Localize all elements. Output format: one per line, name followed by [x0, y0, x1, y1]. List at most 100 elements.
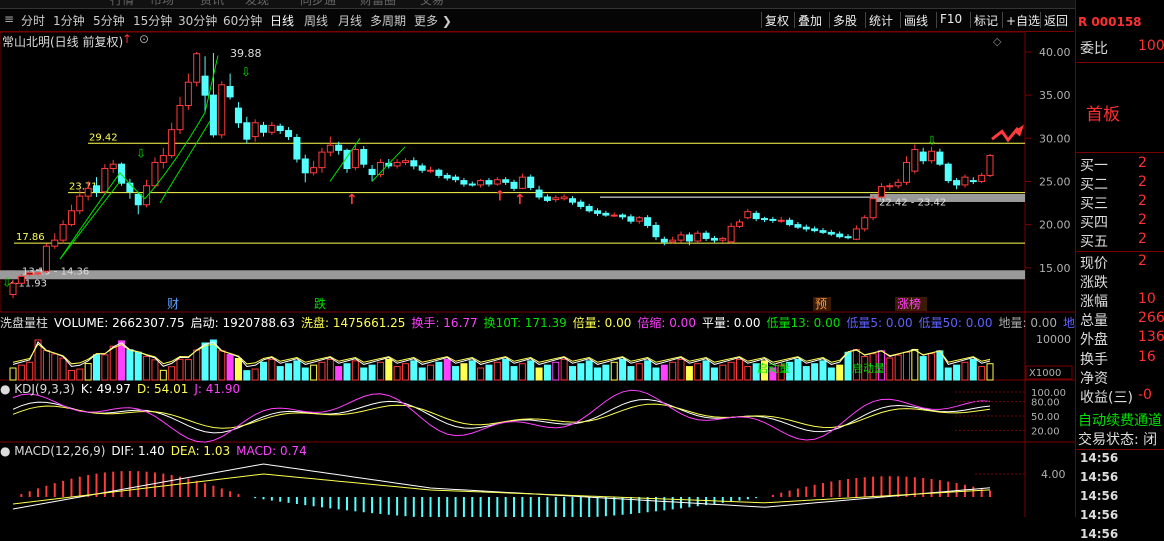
- top-nav-item[interactable]: 行情: [110, 0, 134, 8]
- candlestick[interactable]: [251, 119, 259, 142]
- candlestick[interactable]: [468, 181, 476, 187]
- period-tab[interactable]: 5分钟: [93, 12, 125, 29]
- candlestick[interactable]: [777, 216, 785, 223]
- candlestick[interactable]: [51, 233, 59, 249]
- candlestick[interactable]: [543, 194, 551, 203]
- candlestick[interactable]: [811, 226, 819, 233]
- candlestick[interactable]: [502, 177, 510, 185]
- top-nav-item[interactable]: 交易: [420, 0, 444, 8]
- candlestick[interactable]: [969, 177, 977, 185]
- period-tab[interactable]: 15分钟: [133, 12, 172, 29]
- candlestick[interactable]: [477, 178, 485, 188]
- toolbar-button[interactable]: +自选: [1006, 12, 1040, 29]
- candlestick[interactable]: [735, 219, 743, 229]
- candlestick[interactable]: [619, 213, 627, 220]
- period-tab[interactable]: 日线: [270, 12, 294, 29]
- candlestick[interactable]: [769, 216, 777, 223]
- candlestick[interactable]: [59, 220, 67, 244]
- candlestick[interactable]: [427, 166, 435, 173]
- candlestick[interactable]: [719, 236, 727, 243]
- candlestick[interactable]: [677, 231, 685, 243]
- candlestick[interactable]: [92, 177, 101, 197]
- candlestick[interactable]: [260, 121, 268, 137]
- candlestick[interactable]: [510, 179, 518, 191]
- toolbar-button[interactable]: 叠加: [798, 12, 822, 29]
- candlestick[interactable]: [234, 102, 242, 128]
- candlestick[interactable]: [243, 116, 251, 144]
- candlestick[interactable]: [635, 215, 643, 224]
- expand-diamond-icon[interactable]: ◇: [993, 35, 1002, 48]
- candlestick[interactable]: [644, 215, 652, 229]
- candlestick[interactable]: [944, 162, 952, 184]
- candlestick[interactable]: [827, 229, 835, 236]
- candlestick[interactable]: [401, 158, 409, 166]
- candlestick[interactable]: [527, 174, 535, 191]
- candlestick[interactable]: [268, 121, 276, 135]
- candlestick[interactable]: [568, 196, 576, 205]
- candlestick[interactable]: [819, 228, 827, 235]
- candlestick[interactable]: [919, 147, 927, 165]
- candlestick[interactable]: [560, 194, 568, 201]
- candlestick[interactable]: [844, 234, 852, 240]
- candlestick[interactable]: [861, 215, 869, 232]
- candlestick[interactable]: [460, 177, 468, 187]
- candlestick[interactable]: [552, 195, 560, 203]
- candlestick[interactable]: [802, 224, 810, 232]
- candlestick[interactable]: [953, 177, 961, 190]
- candlestick[interactable]: [610, 212, 618, 217]
- candlestick[interactable]: [577, 199, 585, 210]
- candlestick[interactable]: [176, 96, 184, 134]
- candlestick[interactable]: [752, 210, 760, 222]
- candlestick[interactable]: [902, 156, 911, 185]
- candlestick[interactable]: [894, 178, 902, 189]
- candlestick[interactable]: [518, 173, 526, 190]
- toolbar-button[interactable]: 多股: [833, 12, 857, 29]
- candlestick[interactable]: [159, 147, 167, 169]
- candlestick[interactable]: [702, 230, 710, 241]
- candlestick[interactable]: [786, 217, 794, 227]
- indicator-name[interactable]: 洗盘量柱: [0, 316, 48, 330]
- candlestick[interactable]: [351, 145, 359, 171]
- candlestick[interactable]: [978, 172, 986, 184]
- candlestick[interactable]: [418, 163, 426, 173]
- event-marker[interactable]: 财: [167, 297, 179, 311]
- period-tab[interactable]: 30分钟: [178, 12, 217, 29]
- candlestick[interactable]: [911, 144, 919, 174]
- toolbar-button[interactable]: 复权: [765, 12, 789, 29]
- candlestick[interactable]: [326, 136, 334, 157]
- candlestick[interactable]: [318, 147, 326, 173]
- auto-fee-link[interactable]: 自动续费通道: [1078, 410, 1162, 430]
- candlestick[interactable]: [669, 236, 677, 244]
- candlestick[interactable]: [67, 204, 75, 227]
- period-tab[interactable]: 分时: [21, 12, 45, 29]
- candlestick[interactable]: [710, 235, 718, 243]
- candlestick[interactable]: [310, 160, 318, 176]
- candlestick[interactable]: [986, 153, 994, 178]
- candlestick[interactable]: [694, 230, 702, 243]
- candlestick[interactable]: [877, 183, 885, 200]
- candlestick[interactable]: [602, 210, 610, 217]
- candlestick[interactable]: [168, 122, 176, 159]
- candlestick[interactable]: [869, 195, 877, 221]
- candlestick[interactable]: [928, 146, 936, 164]
- period-tab[interactable]: 周线: [304, 12, 328, 29]
- candlestick[interactable]: [435, 168, 443, 178]
- candlestick[interactable]: [293, 133, 301, 163]
- candlestick[interactable]: [594, 208, 602, 216]
- toolbar-button[interactable]: 标记: [974, 12, 998, 29]
- candlestick[interactable]: [76, 190, 84, 215]
- event-marker[interactable]: 预: [815, 297, 827, 311]
- candlestick[interactable]: [485, 177, 493, 187]
- event-marker[interactable]: 涨榜: [897, 296, 921, 311]
- candlestick[interactable]: [42, 243, 50, 273]
- toolbar-button[interactable]: 统计: [869, 12, 893, 29]
- candlestick[interactable]: [660, 236, 668, 246]
- candlestick[interactable]: [184, 73, 192, 110]
- candlestick[interactable]: [276, 123, 284, 134]
- candlestick[interactable]: [452, 174, 460, 183]
- candlestick[interactable]: [727, 222, 735, 244]
- top-nav-item[interactable]: 财富圈: [360, 0, 396, 8]
- candlestick[interactable]: [794, 222, 802, 229]
- top-nav-item[interactable]: 市场: [150, 0, 174, 8]
- candlestick[interactable]: [744, 209, 752, 220]
